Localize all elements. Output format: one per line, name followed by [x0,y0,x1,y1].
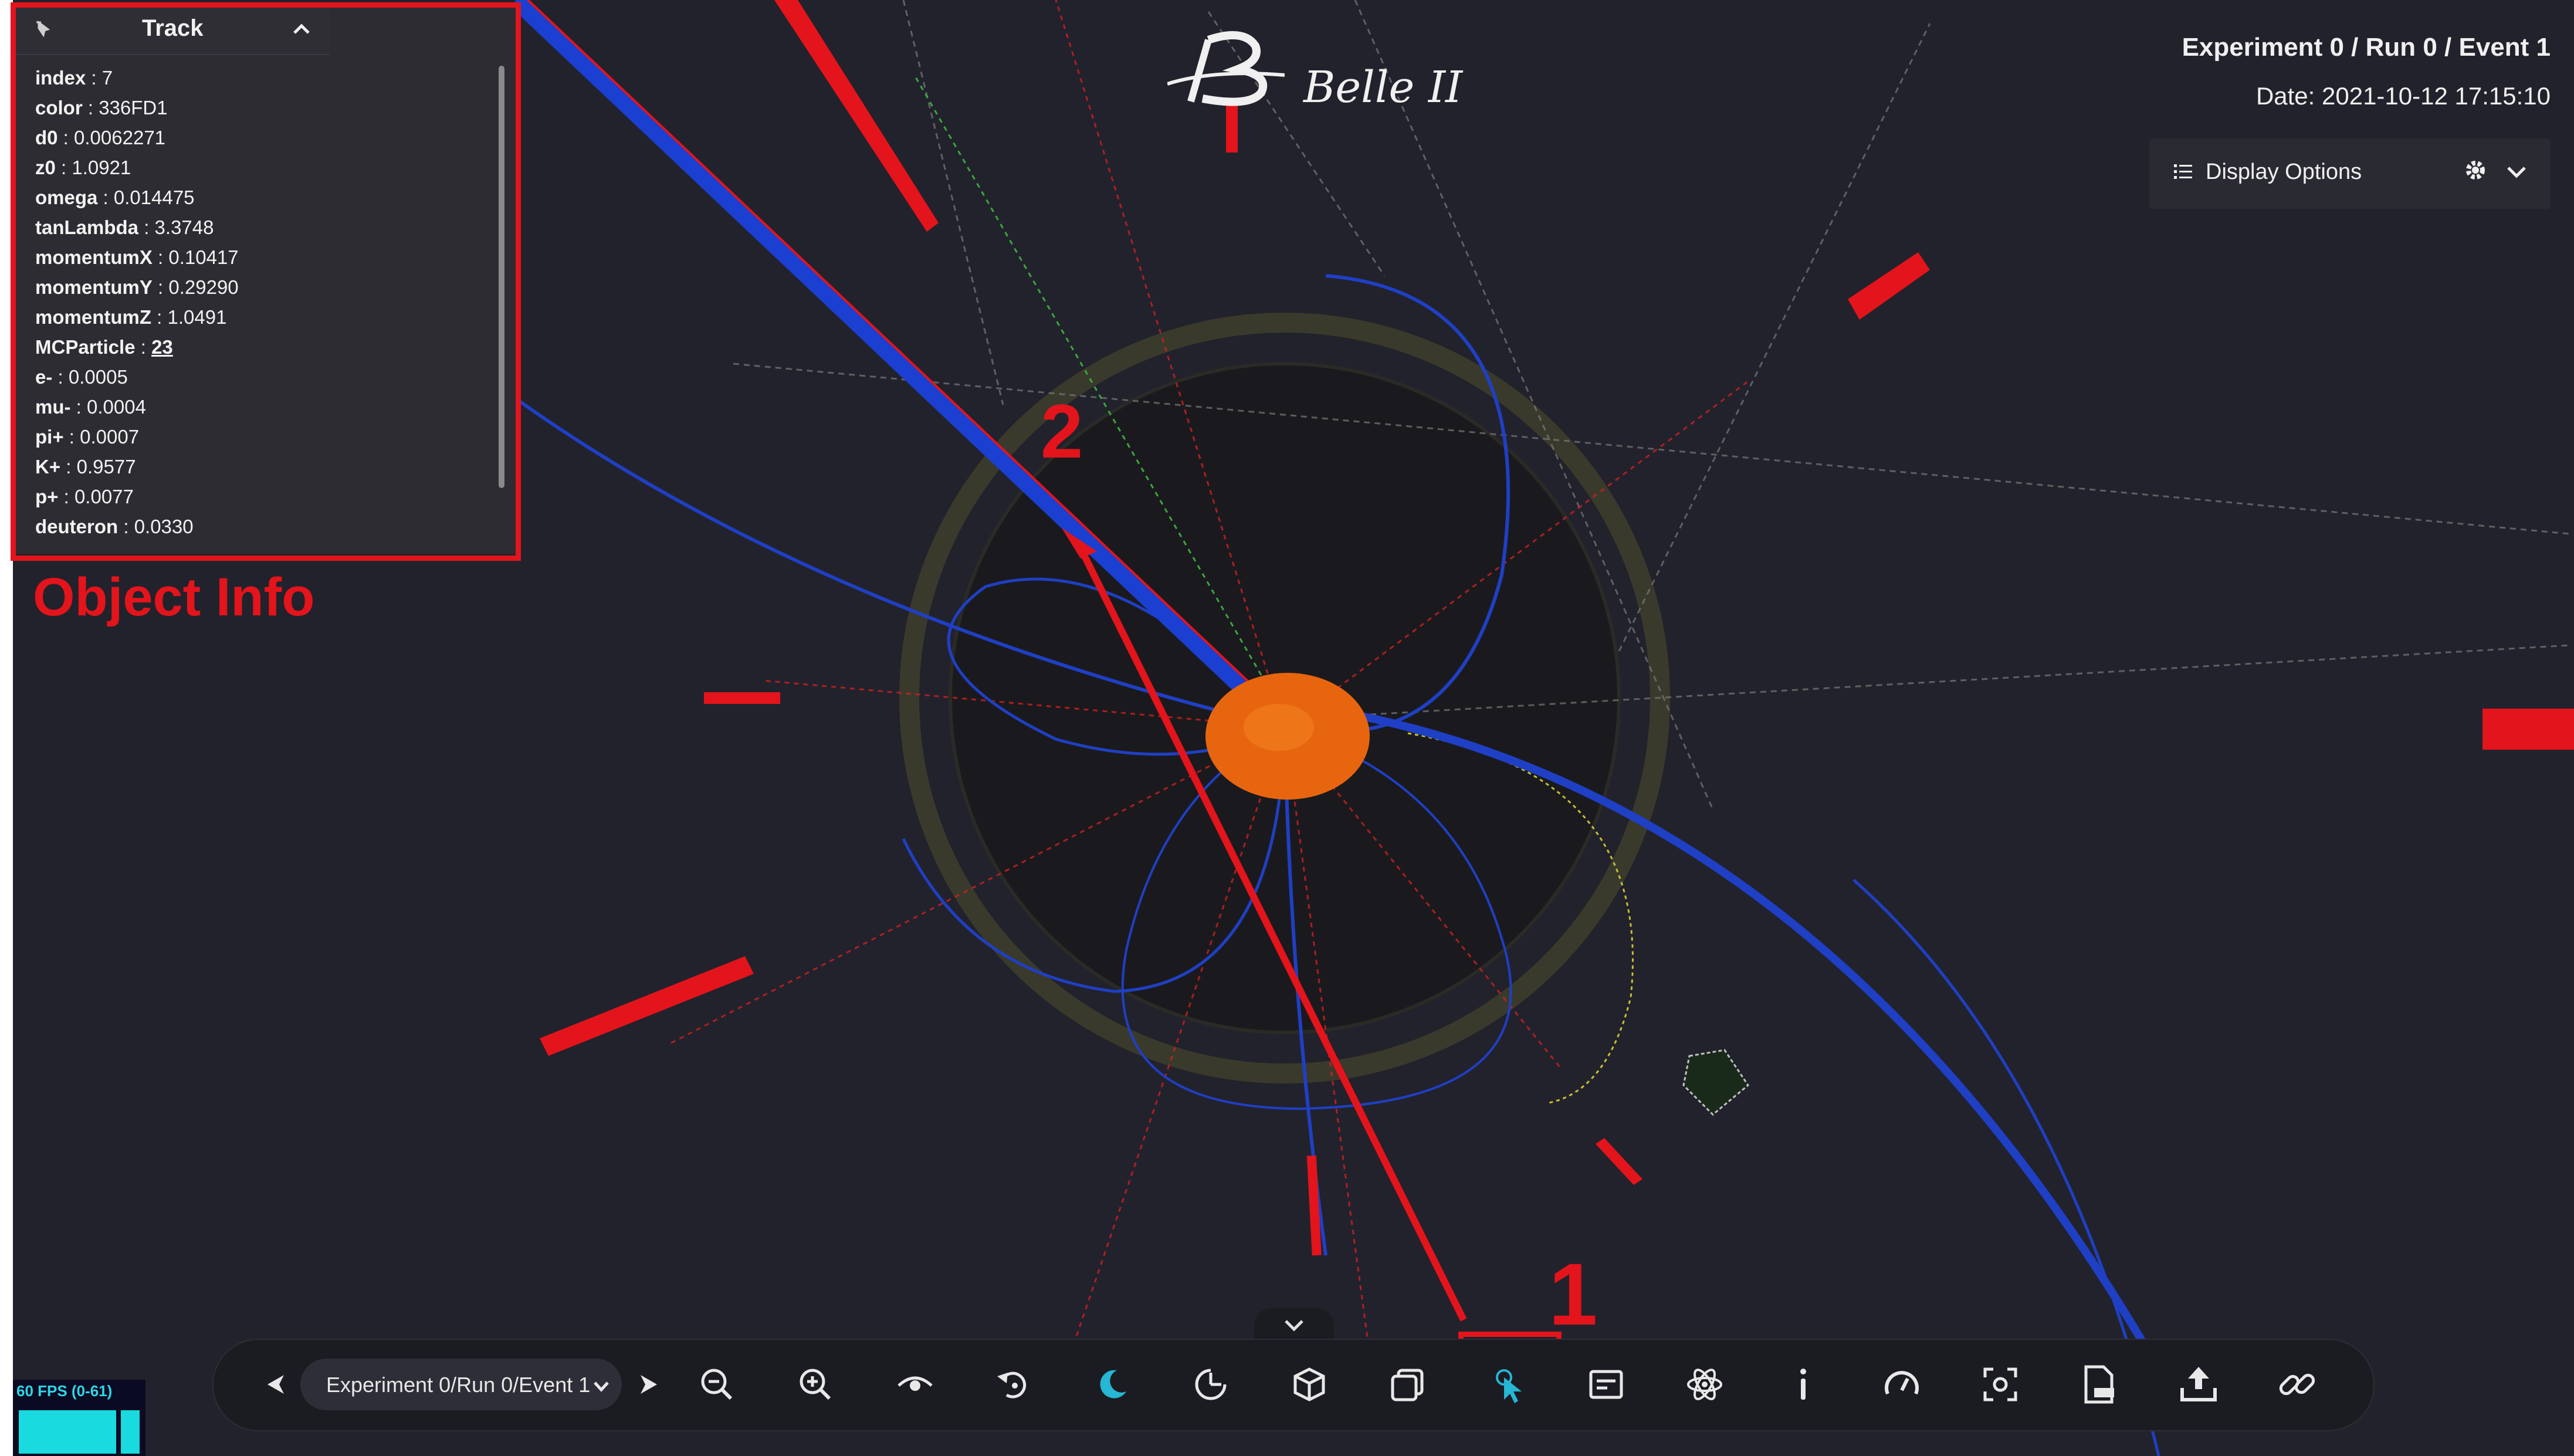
geometry-marker [1682,1049,1749,1116]
clipping-icon[interactable] [1188,1362,1233,1407]
next-event-button[interactable] [625,1362,670,1407]
eye-icon[interactable] [893,1362,937,1407]
previous-event-button[interactable] [255,1362,299,1407]
info-icon[interactable] [1781,1362,1825,1407]
zoom-out-icon[interactable] [695,1362,739,1407]
export-icon[interactable] [2176,1362,2221,1407]
chevron-down-icon[interactable] [2504,158,2529,184]
event-date: Date: 2021-10-12 17:15:10 [2255,82,2551,110]
fps-label: 60 FPS (0-61) [16,1382,113,1400]
annotation-marker-2: 2 [1041,388,1083,474]
annotation-marker-1: 1 [1549,1245,1598,1343]
chevron-down-icon [591,1376,611,1401]
auto-rotate-icon[interactable] [991,1362,1036,1407]
fps-stats[interactable]: 60 FPS (0-61) [13,1380,145,1456]
gear-icon[interactable] [2464,158,2487,182]
zoom-in-icon[interactable] [793,1362,838,1407]
overlay-view-icon[interactable] [1386,1362,1430,1407]
atom-icon[interactable] [1682,1362,1727,1407]
event-selector[interactable]: Experiment 0/Run 0/Event 1 [300,1359,622,1410]
dark-theme-icon[interactable] [1090,1362,1134,1407]
fps-graph [19,1410,140,1454]
chevron-down-icon [1285,1320,1303,1332]
display-options-label: Display Options [2206,160,2362,184]
object-selection-icon[interactable] [1486,1362,1531,1407]
object-info-annotation: Object Info [33,567,315,627]
list-icon [2173,161,2194,182]
performance-icon[interactable] [1879,1362,1924,1407]
object-info-highlight [11,2,521,561]
display-options-bar[interactable]: Display Options [2149,138,2551,209]
belle-logo-text: Belle II [1303,62,1463,113]
export-png-icon[interactable] [2077,1362,2121,1407]
experiment-title: Experiment 0 / Run 0 / Event 1 [2182,33,2551,62]
share-link-icon[interactable] [2275,1362,2319,1407]
info-panel-icon[interactable] [1584,1362,1628,1407]
screenshot-icon[interactable] [1978,1362,2023,1407]
cube-icon[interactable] [1287,1362,1332,1407]
belle-b-logo [1167,28,1285,110]
toolbar-toggle[interactable] [1254,1308,1334,1343]
event-selector-value: Experiment 0/Run 0/Event 1 [326,1373,591,1397]
